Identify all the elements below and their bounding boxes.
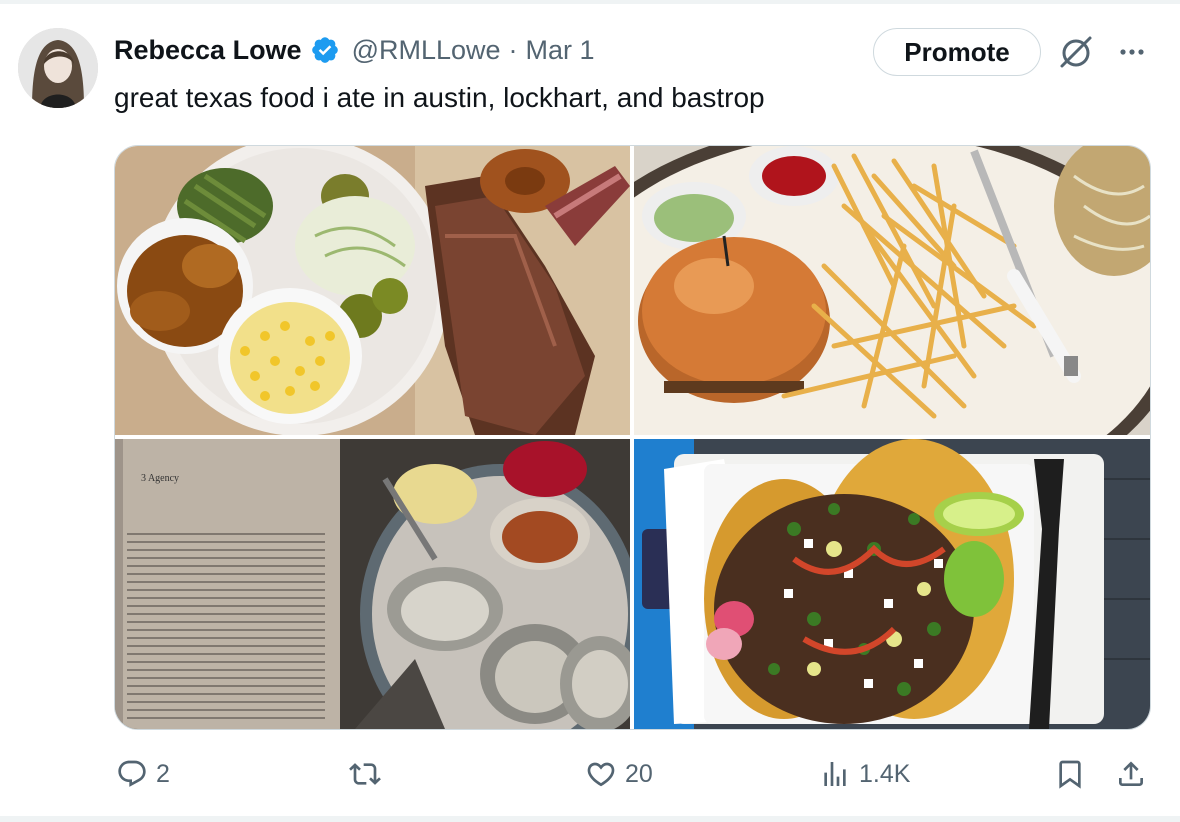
tweet-header: Rebecca Lowe @RMLLowe · Mar 1 [114, 30, 595, 70]
bottom-divider [0, 816, 1180, 822]
grok-icon[interactable] [1056, 32, 1096, 72]
more-options-icon[interactable] [1112, 32, 1152, 72]
like-count: 20 [625, 759, 653, 788]
share-icon [1119, 761, 1143, 786]
tweet-date[interactable]: Mar 1 [526, 35, 595, 66]
verified-badge-icon[interactable] [310, 35, 340, 65]
tweet-text: great texas food i ate in austin, lockha… [114, 82, 765, 113]
bookmark-button[interactable] [1054, 752, 1086, 796]
repost-icon [349, 763, 381, 785]
heart-icon [587, 762, 615, 787]
bookmark-icon [1059, 760, 1081, 789]
media-grid: 3 Agency [114, 145, 1151, 730]
burger-fries-photo[interactable] [634, 146, 1150, 435]
like-button[interactable]: 20 [585, 752, 653, 796]
reply-count: 2 [156, 759, 170, 788]
bbq-plate-photo[interactable] [115, 146, 630, 435]
book-heading-text: 3 Agency [141, 473, 179, 484]
author-handle[interactable]: @RMLLowe [352, 35, 501, 66]
repost-button[interactable] [349, 752, 389, 796]
avatar[interactable] [18, 28, 98, 108]
views-count: 1.4K [859, 759, 911, 788]
promote-button[interactable]: Promote [873, 28, 1041, 76]
action-bar: 2 20 1.4K [0, 752, 1180, 796]
book-oysters-photo[interactable]: 3 Agency [115, 439, 630, 729]
share-button[interactable] [1115, 752, 1147, 796]
tacos-photo[interactable] [634, 439, 1150, 729]
author-name[interactable]: Rebecca Lowe [114, 35, 302, 66]
separator-dot: · [508, 34, 518, 65]
reply-button[interactable]: 2 [116, 752, 170, 796]
top-divider [0, 0, 1180, 4]
views-button[interactable]: 1.4K [819, 752, 910, 796]
reply-icon [118, 760, 146, 787]
analytics-icon [824, 762, 846, 786]
